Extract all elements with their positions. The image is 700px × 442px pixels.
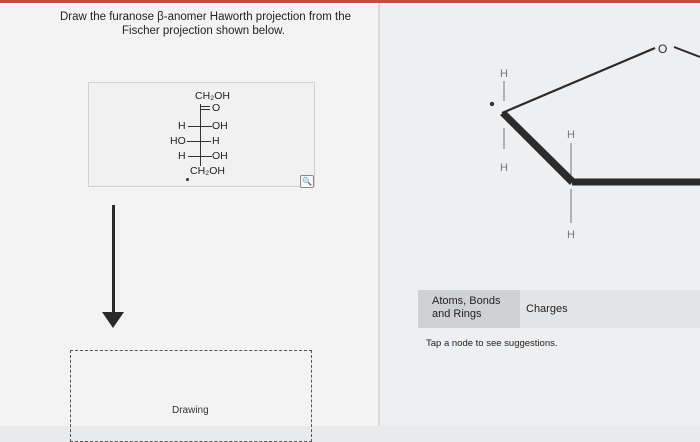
fischer-c3-left: HO [170,135,186,147]
canvas-h-right-top[interactable]: H [567,129,575,141]
selected-node[interactable] [489,101,495,107]
ring-oxygen[interactable]: O [658,42,667,56]
fischer-c2-right: OH [212,120,228,132]
ring-bond-o-right[interactable] [673,46,700,58]
fischer-c3-bond [187,141,211,142]
hint-text: Tap a node to see suggestions. [426,338,558,349]
drawing-drop-area[interactable] [70,350,312,442]
tool-tabs: Atoms, Bonds and Rings Charges [418,290,700,328]
fischer-c2-left: H [178,120,186,132]
haworth-drawing-svg[interactable]: H H O H H [380,3,700,283]
tab-atoms-label: Atoms, Bonds and Rings [432,295,501,320]
canvas-h-top[interactable]: H [500,68,508,80]
tab-atoms-bonds-rings[interactable]: Atoms, Bonds and Rings [418,290,520,328]
fischer-dot [186,178,189,181]
fischer-carbonyl-o: O [212,102,221,114]
fischer-bottom-group: CH₂OH [190,165,225,177]
fischer-c4-bond [188,156,212,157]
fischer-c4-right: OH [212,150,228,162]
fischer-c4-left: H [178,150,186,162]
fischer-double-bond-1 [200,106,210,107]
ring-bond-wedge[interactable] [500,111,575,185]
fischer-c2-bond [188,126,212,127]
drawing-label: Drawing [172,405,209,416]
question-line-2: Fischer projection shown below. [122,25,285,37]
tab-charges-label: Charges [526,303,568,315]
down-arrow-icon [102,312,124,328]
fischer-c3-right: H [212,135,220,147]
ring-bond-upper[interactable] [501,46,656,115]
canvas-h-right-bottom[interactable]: H [567,229,575,241]
fischer-double-bond-2 [200,109,210,110]
question-line-1: Draw the furanose β-anomer Haworth proje… [60,11,352,23]
magnify-icon[interactable]: 🔍 [300,175,314,188]
down-arrow-shaft [112,205,115,313]
question-text: Draw the furanose β-anomer Haworth proje… [60,10,360,38]
tab-charges[interactable]: Charges [520,290,700,328]
canvas-h-mid[interactable]: H [500,162,508,174]
fischer-top-group: CH₂OH [195,90,230,102]
